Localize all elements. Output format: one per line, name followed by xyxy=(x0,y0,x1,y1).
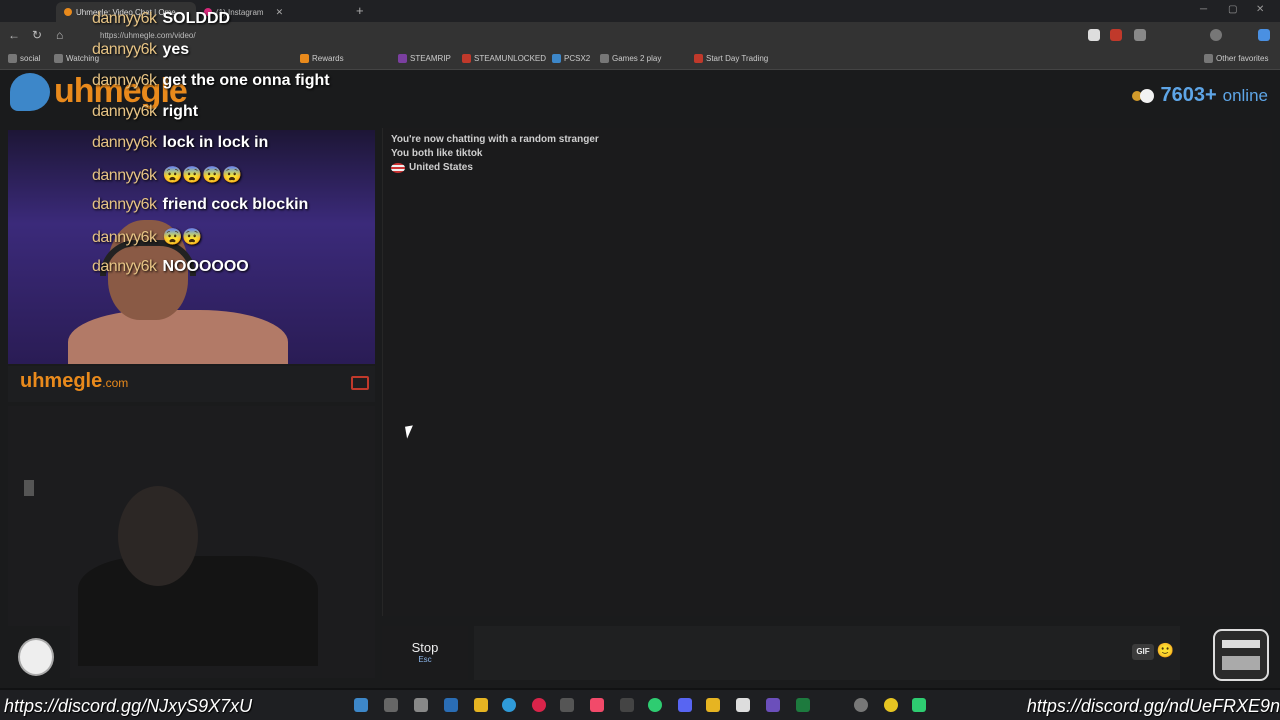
profile-avatar[interactable] xyxy=(1210,29,1222,41)
new-tab-icon[interactable]: + xyxy=(356,3,364,18)
mascot-logo-icon xyxy=(1206,626,1276,684)
edge-icon[interactable] xyxy=(502,698,516,712)
overlay-chat-line: dannyy6k friend cock blockin xyxy=(92,196,309,213)
bookmark-rewards[interactable]: Rewards xyxy=(300,54,344,63)
extension-icon[interactable] xyxy=(1134,29,1146,41)
system-message: You're now chatting with a random strang… xyxy=(391,134,599,145)
message-input[interactable]: GIF 🙂 xyxy=(474,626,1180,680)
bookmark-folder-games[interactable]: Games 2 play xyxy=(600,54,661,63)
system-message: You both like tiktok xyxy=(391,148,483,159)
calculator-icon[interactable] xyxy=(560,698,574,712)
reload-icon[interactable]: ↻ xyxy=(32,28,42,42)
bookmark-pcsx2[interactable]: PCSX2 xyxy=(552,54,590,63)
store-icon[interactable] xyxy=(444,698,458,712)
steamrip-icon xyxy=(398,54,407,63)
overlay-chat-line: dannyy6k 😨😨😨😨 xyxy=(92,167,243,184)
bookmark-steamunlocked[interactable]: STEAMUNLOCKED xyxy=(462,54,546,63)
task-view-icon[interactable] xyxy=(384,698,398,712)
uhmegle-favicon-icon xyxy=(64,8,72,16)
music-icon[interactable] xyxy=(590,698,604,712)
file-explorer-icon[interactable] xyxy=(474,698,488,712)
overlay-chat-line: dannyy6k get the one onna fight xyxy=(92,72,330,89)
game-icon[interactable] xyxy=(766,698,780,712)
chat-bubble-logo-icon xyxy=(10,72,50,111)
close-icon[interactable]: ✕ xyxy=(276,7,284,18)
stranger-country: United States xyxy=(391,162,473,173)
folder-icon xyxy=(600,54,609,63)
discord-icon[interactable] xyxy=(678,698,692,712)
back-icon[interactable]: ← xyxy=(8,28,20,42)
rewards-icon xyxy=(300,54,309,63)
online-dot-icon xyxy=(1140,88,1155,103)
chat-log: You're now chatting with a random strang… xyxy=(382,128,1272,616)
settings-icon[interactable] xyxy=(414,698,428,712)
maximize-icon[interactable]: ▢ xyxy=(1228,4,1237,15)
extension-icon[interactable] xyxy=(1110,29,1122,41)
extension-icon[interactable] xyxy=(1088,29,1100,41)
steamunlocked-icon xyxy=(462,54,471,63)
copilot-icon[interactable] xyxy=(1258,29,1270,41)
bookmark-folder-other[interactable]: Other favorites xyxy=(1204,54,1268,63)
app-icon[interactable] xyxy=(854,698,868,712)
overlay-chat-line: dannyy6k yes xyxy=(92,41,190,58)
opera-icon[interactable] xyxy=(532,698,546,712)
brand-watermark: uhmegle.com xyxy=(20,370,129,392)
discord-link-overlay: https://discord.gg/ndUeFRXE9n xyxy=(1026,696,1280,716)
bookmarks-bar: social Watching Rewards STEAMRIP STEAMUN… xyxy=(0,48,1280,70)
home-icon[interactable]: ⌂ xyxy=(56,28,63,42)
overlay-chat-line: dannyy6k NOOOOOO xyxy=(92,258,249,275)
app-icon[interactable] xyxy=(884,698,898,712)
overlay-chat-line: dannyy6k 😨😨 xyxy=(92,229,203,246)
pcsx2-icon xyxy=(552,54,561,63)
youtube-icon xyxy=(694,54,703,63)
app-icon[interactable] xyxy=(620,698,634,712)
window-close-icon[interactable]: ✕ xyxy=(1256,4,1264,15)
app-icon[interactable] xyxy=(912,698,926,712)
overlay-chat-line: dannyy6k SOLDDD xyxy=(92,10,231,27)
us-flag-icon xyxy=(391,162,405,173)
bookmark-steamrip[interactable]: STEAMRIP xyxy=(398,54,451,63)
overlay-chat-line: dannyy6k lock in lock in xyxy=(92,134,269,151)
gif-button[interactable]: GIF xyxy=(1132,644,1154,660)
folder-icon xyxy=(54,54,63,63)
overlay-chat-line: dannyy6k right xyxy=(92,103,199,120)
folder-icon xyxy=(8,54,17,63)
online-counter: 7603+ online xyxy=(1132,84,1268,107)
stop-button[interactable]: Stop Esc xyxy=(382,626,468,680)
excel-icon[interactable] xyxy=(796,698,810,712)
online-label: online xyxy=(1222,85,1268,105)
online-count: 7603+ xyxy=(1160,84,1217,106)
bookmark-folder-social[interactable]: social xyxy=(8,54,40,63)
bookmark-start-day-trading[interactable]: Start Day Trading xyxy=(694,54,768,63)
app-icon[interactable] xyxy=(706,698,720,712)
windows-taskbar: https://discord.gg/NJxyS9X7xU https://di… xyxy=(0,690,1280,720)
windows-start-icon[interactable] xyxy=(354,698,368,712)
minimize-icon[interactable]: ─ xyxy=(1200,4,1207,15)
discord-link-overlay: https://discord.gg/NJxyS9X7xU xyxy=(4,696,253,716)
video-brand-bar: uhmegle.com xyxy=(8,366,375,402)
folder-icon xyxy=(1204,54,1213,63)
url-field[interactable]: https://uhmegle.com/video/ xyxy=(86,26,1086,44)
panda-mascot-icon xyxy=(0,626,70,688)
uhmegle-page: uhmegle 7603+ online uhmegle.com You're … xyxy=(0,70,1280,688)
report-flag-icon[interactable] xyxy=(351,376,369,390)
app-icon[interactable] xyxy=(648,698,662,712)
emoji-button[interactable]: 🙂 xyxy=(1157,642,1174,659)
notepad-icon[interactable] xyxy=(736,698,750,712)
